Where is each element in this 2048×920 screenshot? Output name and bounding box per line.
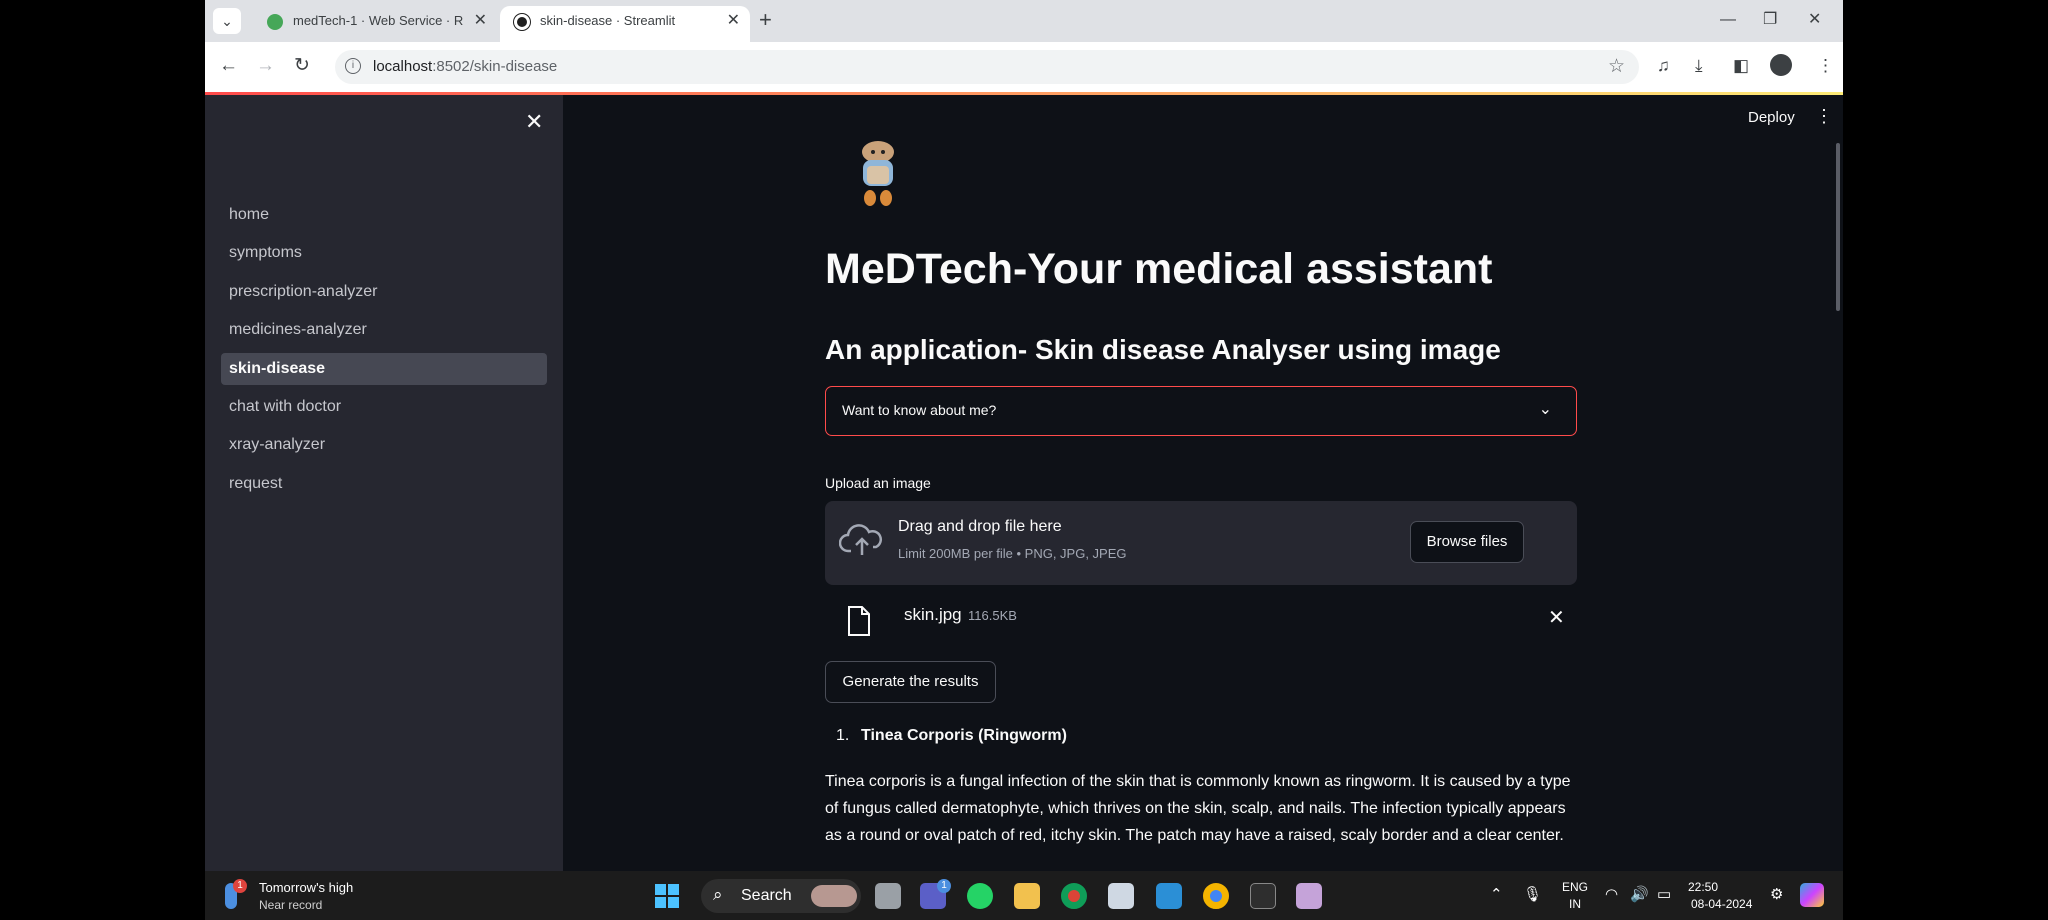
sidebar-item-chat-with-doctor[interactable]: chat with doctor [221, 391, 547, 423]
settings-gear-icon[interactable]: ⚙ [1770, 885, 1783, 903]
mascot-image [862, 141, 894, 206]
chrome-active-icon[interactable] [1203, 883, 1229, 909]
generate-results-button[interactable]: Generate the results [825, 661, 996, 703]
window-close-icon[interactable]: ✕ [1808, 6, 1821, 34]
sidebar-item-skin-disease[interactable]: skin-disease [221, 352, 547, 385]
forward-icon[interactable]: → [256, 54, 275, 78]
side-panel-icon[interactable]: ◧ [1733, 55, 1749, 77]
new-tab-icon[interactable]: + [759, 6, 772, 34]
microphone-icon[interactable]: 🎙 [1523, 885, 1542, 903]
render-favicon-icon [267, 14, 283, 30]
media-control-icon[interactable]: ♫ [1657, 55, 1670, 77]
app-header: Deploy ⋮ [563, 95, 1843, 143]
sidebar-nav: home symptoms prescription-analyzer medi… [221, 199, 547, 506]
url-text[interactable]: localhost:8502/skin-disease [373, 58, 557, 75]
uploaded-file-size: 116.5KB [968, 608, 1017, 623]
address-bar[interactable]: i localhost:8502/skin-disease ☆ [335, 50, 1639, 84]
tab-close-icon[interactable]: ✕ [727, 6, 740, 36]
sidebar-item-request[interactable]: request [221, 468, 547, 500]
tab-medtech-render[interactable]: medTech-1 · Web Service · Re ✕ [253, 6, 497, 42]
deploy-button[interactable]: Deploy [1748, 109, 1795, 126]
minimize-icon[interactable]: — [1720, 6, 1736, 34]
remove-file-icon[interactable]: ✕ [1548, 605, 1565, 630]
copilot-icon[interactable] [1800, 883, 1824, 907]
sidebar: ✕ home symptoms prescription-analyzer me… [205, 95, 563, 871]
about-expander[interactable]: Want to know about me? ⌄ [825, 386, 1577, 436]
streamlit-favicon-icon [514, 14, 530, 30]
url-host: localhost [373, 58, 433, 75]
tab-strip: ⌄ medTech-1 · Web Service · Re ✕ skin-di… [205, 0, 1843, 42]
windows-start-icon[interactable] [655, 884, 679, 908]
bookmark-star-icon[interactable]: ☆ [1608, 55, 1625, 78]
weather-badge: 1 [233, 879, 247, 893]
url-path: :8502/skin-disease [432, 58, 558, 75]
language-indicator[interactable]: ENG [1562, 880, 1588, 894]
weather-headline[interactable]: Tomorrow's high [259, 880, 353, 895]
browse-files-button[interactable]: Browse files [1410, 521, 1524, 563]
search-icon: ⌕ [713, 885, 723, 904]
file-explorer-icon[interactable] [1014, 883, 1040, 909]
back-icon[interactable]: ← [219, 54, 238, 78]
dropzone-limit: Limit 200MB per file • PNG, JPG, JPEG [898, 546, 1127, 561]
vscode-icon[interactable] [1156, 883, 1182, 909]
main-content: Deploy ⋮ MeDTech-Your medical assistant … [563, 95, 1843, 871]
result-description: Tinea corporis is a fungal infection of … [825, 773, 1571, 844]
snipping-tool-icon[interactable] [1108, 883, 1134, 909]
file-dropzone[interactable]: Drag and drop file here Limit 200MB per … [825, 501, 1577, 585]
browser-window: ⌄ medTech-1 · Web Service · Re ✕ skin-di… [205, 0, 1843, 920]
sidebar-item-medicines-analyzer[interactable]: medicines-analyzer [221, 314, 547, 346]
dropzone-title: Drag and drop file here [898, 518, 1062, 535]
downloads-icon[interactable]: ⤓ [1695, 55, 1703, 77]
uploaded-file-name: skin.jpg [904, 605, 962, 624]
upload-label: Upload an image [825, 475, 931, 491]
browser-menu-icon[interactable]: ⋮ [1817, 55, 1834, 77]
sidebar-item-prescription-analyzer[interactable]: prescription-analyzer [221, 276, 547, 308]
wifi-icon[interactable]: ◠ [1605, 885, 1618, 903]
taskbar-search-label: Search [741, 887, 792, 904]
snip-app-icon[interactable] [1296, 883, 1322, 909]
terminal-icon[interactable] [1250, 883, 1276, 909]
battery-icon[interactable]: ▭ [1657, 885, 1671, 903]
windows-taskbar: 1 Tomorrow's high Near record ⌕ Search 1… [205, 871, 1843, 920]
sidebar-item-home[interactable]: home [221, 199, 547, 231]
clock-date[interactable]: 08-04-2024 [1691, 897, 1752, 911]
reload-icon[interactable]: ↻ [294, 54, 310, 78]
restore-icon[interactable]: ❐ [1763, 6, 1777, 34]
taskbar-search[interactable]: ⌕ Search [701, 879, 861, 913]
site-info-icon[interactable]: i [345, 58, 361, 74]
browser-toolbar: ← → ↻ i localhost:8502/skin-disease ☆ ♫ … [205, 42, 1843, 92]
whatsapp-icon[interactable] [967, 883, 993, 909]
region-indicator[interactable]: IN [1569, 897, 1581, 911]
page-subtitle: An application- Skin disease Analyser us… [825, 334, 1501, 365]
tab-title: skin-disease · Streamlit [540, 13, 676, 28]
sidebar-item-xray-analyzer[interactable]: xray-analyzer [221, 429, 547, 461]
tab-search-icon[interactable]: ⌄ [213, 8, 241, 34]
chrome-icon[interactable] [1061, 883, 1087, 909]
page-title: MeDTech-Your medical assistant [825, 245, 1493, 293]
chevron-down-icon: ⌄ [1538, 401, 1552, 418]
clock-time[interactable]: 22:50 [1688, 880, 1718, 894]
weather-detail[interactable]: Near record [259, 898, 322, 912]
scrollbar[interactable] [1836, 143, 1840, 311]
teams-badge: 1 [937, 879, 951, 893]
expander-label: Want to know about me? [842, 402, 997, 418]
profile-avatar[interactable] [1770, 54, 1792, 76]
file-icon [848, 606, 870, 636]
sidebar-item-symptoms[interactable]: symptoms [221, 237, 547, 269]
tab-close-icon[interactable]: ✕ [474, 6, 487, 36]
tab-title: medTech-1 · Web Service · Re [293, 13, 463, 28]
task-view-icon[interactable] [875, 883, 901, 909]
main-menu-icon[interactable]: ⋮ [1815, 106, 1833, 127]
volume-icon[interactable]: 🔊 [1630, 885, 1649, 903]
tab-skin-disease[interactable]: skin-disease · Streamlit ✕ [500, 6, 750, 42]
result-title: Tinea Corporis (Ringworm) [861, 727, 1067, 744]
close-sidebar-icon[interactable]: ✕ [525, 109, 543, 135]
search-highlight-icon [811, 885, 857, 907]
result-number: 1. [836, 727, 850, 744]
tray-overflow-icon[interactable]: ⌃ [1490, 885, 1503, 903]
cloud-upload-icon [839, 524, 883, 555]
